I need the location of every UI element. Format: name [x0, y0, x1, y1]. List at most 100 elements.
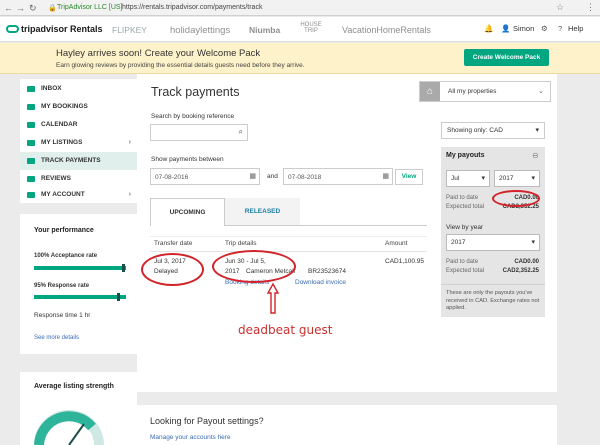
- sidebar-item-my-listings[interactable]: MY LISTINGS ›: [20, 134, 137, 152]
- bookmark-star-icon[interactable]: ☆: [556, 2, 564, 13]
- help-icon[interactable]: ?: [558, 24, 562, 33]
- response-rate-label: 95% Response rate: [34, 283, 90, 289]
- url-field[interactable]: https://rentals.tripadvisor.com/payments…: [122, 4, 262, 11]
- sidebar-item-label: MY ACCOUNT: [41, 191, 85, 198]
- reload-icon[interactable]: ↻: [29, 3, 37, 14]
- sidebar-item-label: MY LISTINGS: [41, 139, 83, 146]
- forward-icon[interactable]: →: [16, 3, 25, 13]
- brand-housetrip[interactable]: HOUSE TRIP: [298, 22, 324, 34]
- view-button[interactable]: View: [395, 169, 423, 185]
- sidebar-item-my-account-inner: MY ACCOUNT ›: [20, 186, 137, 204]
- site-header: tripadvisor Rentals FLIPKEY holidayletti…: [0, 17, 600, 42]
- listing-strength-panel: Average listing strength: [20, 372, 137, 445]
- performance-title: Your performance: [34, 227, 94, 234]
- sidebar-item-inbox[interactable]: INBOX: [20, 80, 137, 98]
- banner-subtitle: Earn glowing reviews by providing the es…: [56, 62, 305, 69]
- annotation-text: deadbeat guest: [238, 323, 333, 337]
- sidebar-item-calendar[interactable]: CALENDAR: [20, 116, 137, 134]
- brand-vacationhomerentals[interactable]: VacationHomeRentals: [342, 25, 431, 35]
- booking-reference-search-input[interactable]: ⌕: [150, 124, 248, 141]
- year-paid-to-date-value: CAD0.00: [514, 259, 539, 265]
- user-icon[interactable]: 👤: [501, 24, 510, 33]
- user-name[interactable]: Simon: [513, 24, 534, 33]
- property-select[interactable]: ⌂ All my properties ⌄: [419, 81, 551, 102]
- sidebar-item-my-account[interactable]: MY ACCOUNT ›: [20, 187, 137, 203]
- brand-holidaylettings[interactable]: holidaylettings: [170, 25, 230, 36]
- sidebar-item-my-bookings[interactable]: MY BOOKINGS: [20, 98, 137, 116]
- payment-amount: CAD1,100.95: [385, 258, 425, 265]
- response-time: Response time 1 hr: [34, 312, 91, 319]
- listings-icon: [27, 140, 35, 146]
- response-rate-bar: [34, 293, 126, 301]
- envelope-icon: [27, 86, 35, 92]
- month-select[interactable]: Jul ▾: [446, 170, 490, 187]
- year-value: 2017: [499, 175, 514, 182]
- download-invoice-link[interactable]: Download invoice: [295, 279, 346, 286]
- manage-accounts-link[interactable]: Manage your accounts here: [150, 434, 231, 441]
- date-range-label: Show payments between: [151, 156, 224, 163]
- sidebar-item-label: REVIEWS: [41, 175, 71, 182]
- tab-released[interactable]: RELEASED: [225, 198, 300, 226]
- date-from-input[interactable]: 07-08-2016 ▦: [150, 168, 260, 185]
- search-icon[interactable]: ⌕: [239, 127, 243, 137]
- create-welcome-pack-button[interactable]: Create Welcome Pack: [464, 49, 549, 66]
- response-rate-marker: [117, 293, 120, 301]
- search-label: Search by booking reference: [151, 113, 235, 120]
- owl-icon: [6, 25, 19, 33]
- notification-bell-icon[interactable]: 🔔: [484, 24, 493, 33]
- my-payouts-panel: My payouts ⊖ Jul ▾ 2017 ▾ Paid to date CAD…: [441, 147, 545, 317]
- sidebar-item-track-payments[interactable]: TRACK PAYMENTS: [20, 152, 137, 170]
- chevron-down-icon: ▾: [531, 175, 535, 182]
- tab-divider: [300, 225, 427, 226]
- settings-gear-icon[interactable]: ⚙: [541, 24, 548, 33]
- calendar-icon[interactable]: ▦: [382, 172, 389, 180]
- expected-total-label: Expected total: [446, 204, 485, 210]
- help-link[interactable]: Help: [568, 24, 583, 33]
- tripadvisor-logo[interactable]: tripadvisor Rentals: [6, 24, 103, 34]
- paid-to-date-label: Paid to date: [446, 195, 479, 201]
- home-icon: ⌂: [420, 82, 440, 101]
- tab-upcoming[interactable]: UPCOMING: [150, 198, 225, 226]
- currency-filter-value: Showing only: CAD: [447, 127, 503, 134]
- view-by-year-label: View by year: [446, 224, 484, 231]
- listing-strength-gauge: [34, 410, 104, 445]
- see-more-details-link[interactable]: See more details: [34, 335, 79, 341]
- sidebar-item-label: TRACK PAYMENTS: [41, 157, 101, 164]
- calendar-icon[interactable]: ▦: [249, 172, 256, 180]
- welcome-pack-banner: Hayley arrives soon! Create your Welcome…: [0, 43, 600, 74]
- browser-menu-icon[interactable]: ⋮: [586, 2, 595, 13]
- reviews-icon: [27, 176, 35, 182]
- listing-strength-title: Average listing strength: [34, 383, 114, 390]
- year-select[interactable]: 2017 ▾: [494, 170, 540, 187]
- chevron-down-icon: ▾: [535, 127, 539, 134]
- date-to-input[interactable]: 07-08-2018 ▦: [283, 168, 393, 185]
- month-value: Jul: [451, 175, 460, 182]
- payouts-divider: [441, 284, 545, 285]
- back-icon[interactable]: ←: [4, 3, 13, 13]
- currency-filter-select[interactable]: Showing only: CAD ▾: [441, 122, 545, 139]
- bookings-icon: [27, 104, 35, 110]
- view-year-value: 2017: [451, 239, 466, 246]
- performance-panel: Your performance 100% Acceptance rate 95…: [20, 214, 137, 354]
- column-trip-details: Trip details: [225, 240, 257, 247]
- page-title: Track payments: [151, 85, 240, 99]
- my-payouts-title: My payouts: [446, 152, 485, 159]
- brand-flipkey[interactable]: FLIPKEY: [112, 25, 147, 35]
- year-paid-to-date-label: Paid to date: [446, 259, 479, 265]
- collapse-icon[interactable]: ⊖: [532, 151, 539, 160]
- secure-site-label: TripAdvisor LLC [US]: [57, 4, 123, 11]
- annotation-circle-transfer-date: [141, 253, 204, 286]
- chevron-right-icon: ›: [128, 139, 131, 146]
- sidebar-nav: INBOX MY BOOKINGS CALENDAR MY LISTINGS › …: [20, 79, 137, 171]
- brand-niumba[interactable]: Niumba: [249, 25, 280, 35]
- acceptance-rate-bar: [34, 264, 126, 272]
- sidebar-item-label: CALENDAR: [41, 121, 78, 128]
- table-header-line: [150, 236, 427, 237]
- banner-title: Hayley arrives soon! Create your Welcome…: [56, 48, 261, 59]
- payments-icon: [27, 158, 35, 164]
- sidebar-item-label: INBOX: [41, 85, 62, 92]
- sidebar-item-reviews[interactable]: REVIEWS: [20, 171, 137, 187]
- annotation-circle-trip-details: [212, 250, 296, 283]
- view-year-select[interactable]: 2017 ▾: [446, 234, 540, 251]
- annotation-arrow-up: [266, 282, 280, 314]
